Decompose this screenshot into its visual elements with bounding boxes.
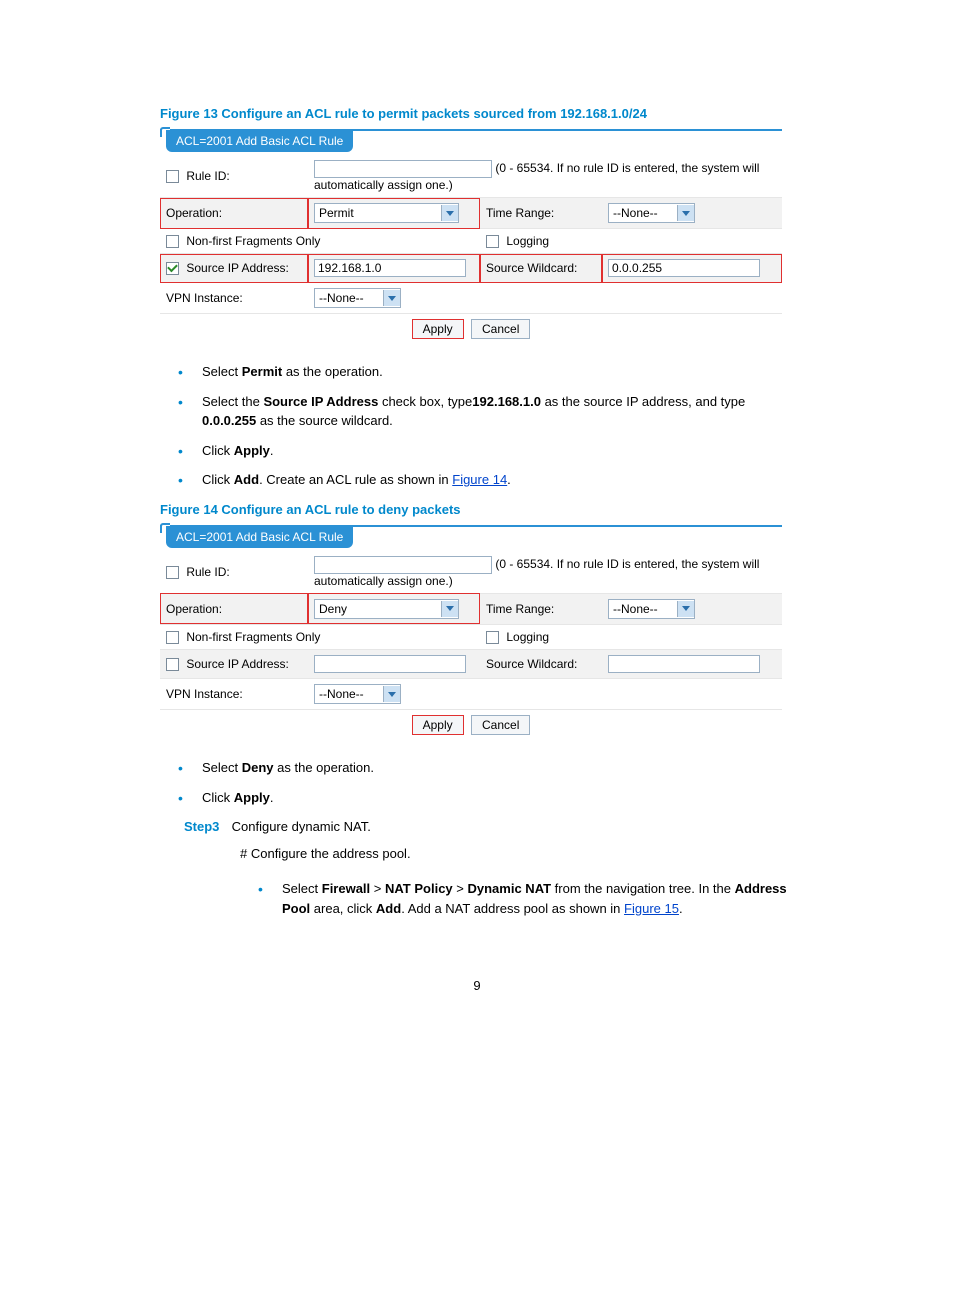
- nonfirst-label: Non-first Fragments Only: [186, 234, 320, 248]
- form-table-fig14: Rule ID: (0 - 65534. If no rule ID is en…: [160, 551, 782, 740]
- apply-button[interactable]: Apply: [412, 715, 464, 735]
- srcip-label: Source IP Address:: [186, 657, 289, 671]
- srcwc-label: Source Wildcard:: [486, 657, 577, 671]
- step3-label: Step3: [184, 819, 228, 834]
- step3-subtext: # Configure the address pool.: [240, 846, 794, 861]
- srcip-checkbox[interactable]: [166, 658, 179, 671]
- srcwc-input[interactable]: 0.0.0.255: [608, 259, 760, 277]
- rule-id-input[interactable]: [314, 556, 492, 574]
- rule-id-label: Rule ID:: [186, 169, 229, 183]
- figure14-caption: Figure 14 Configure an ACL rule to deny …: [160, 502, 794, 517]
- srcip-input[interactable]: 192.168.1.0: [314, 259, 466, 277]
- list-item: Click Apply.: [202, 441, 794, 461]
- chevron-down-icon: [441, 601, 458, 617]
- vpn-dropdown[interactable]: --None--: [314, 684, 401, 704]
- timerange-label: Time Range:: [486, 602, 554, 616]
- operation-dropdown[interactable]: Permit: [314, 203, 459, 223]
- chevron-down-icon: [383, 290, 400, 306]
- form-table-fig13: Rule ID: (0 - 65534. If no rule ID is en…: [160, 155, 782, 344]
- panel-tab: ACL=2001 Add Basic ACL Rule: [166, 526, 353, 548]
- figure15-link[interactable]: Figure 15: [624, 901, 679, 916]
- step3-text: Configure dynamic NAT.: [232, 819, 371, 834]
- chevron-down-icon: [441, 205, 458, 221]
- chevron-down-icon: [383, 686, 400, 702]
- panel-tab: ACL=2001 Add Basic ACL Rule: [166, 130, 353, 152]
- timerange-dropdown[interactable]: --None--: [608, 203, 695, 223]
- figure14-link[interactable]: Figure 14: [452, 472, 507, 487]
- list-item: Select Permit as the operation.: [202, 362, 794, 382]
- rule-id-checkbox[interactable]: [166, 566, 179, 579]
- operation-label: Operation:: [166, 206, 222, 220]
- srcip-label: Source IP Address:: [186, 261, 289, 275]
- logging-label: Logging: [506, 630, 549, 644]
- rule-id-label: Rule ID:: [186, 565, 229, 579]
- operation-dropdown[interactable]: Deny: [314, 599, 459, 619]
- list-item: Select Firewall > NAT Policy > Dynamic N…: [282, 879, 794, 918]
- tab-bar: ACL=2001 Add Basic ACL Rule: [160, 527, 782, 551]
- rule-id-checkbox[interactable]: [166, 170, 179, 183]
- chevron-down-icon: [677, 601, 694, 617]
- logging-label: Logging: [506, 234, 549, 248]
- srcip-input[interactable]: [314, 655, 466, 673]
- list-item: Select Deny as the operation.: [202, 758, 794, 778]
- rule-id-input[interactable]: [314, 160, 492, 178]
- nonfirst-checkbox[interactable]: [166, 235, 179, 248]
- nonfirst-label: Non-first Fragments Only: [186, 630, 320, 644]
- cancel-button[interactable]: Cancel: [471, 319, 530, 339]
- list-item: Click Add. Create an ACL rule as shown i…: [202, 470, 794, 490]
- srcip-checkbox[interactable]: [166, 262, 179, 275]
- logging-checkbox[interactable]: [486, 631, 499, 644]
- apply-button[interactable]: Apply: [412, 319, 464, 339]
- operation-label: Operation:: [166, 602, 222, 616]
- cancel-button[interactable]: Cancel: [471, 715, 530, 735]
- vpn-dropdown[interactable]: --None--: [314, 288, 401, 308]
- acl-panel-fig14: ACL=2001 Add Basic ACL Rule Rule ID: (0 …: [160, 525, 782, 740]
- vpn-label: VPN Instance:: [166, 291, 243, 305]
- vpn-label: VPN Instance:: [166, 687, 243, 701]
- tab-bar: ACL=2001 Add Basic ACL Rule: [160, 131, 782, 155]
- page-number: 9: [160, 978, 794, 993]
- list-item: Select the Source IP Address check box, …: [202, 392, 794, 431]
- timerange-dropdown[interactable]: --None--: [608, 599, 695, 619]
- instruction-list-1: Select Permit as the operation. Select t…: [160, 362, 794, 490]
- srcwc-label: Source Wildcard:: [486, 261, 577, 275]
- nonfirst-checkbox[interactable]: [166, 631, 179, 644]
- instruction-list-2: Select Deny as the operation. Click Appl…: [160, 758, 794, 807]
- step3-bullets: Select Firewall > NAT Policy > Dynamic N…: [240, 879, 794, 918]
- list-item: Click Apply.: [202, 788, 794, 808]
- figure13-caption: Figure 13 Configure an ACL rule to permi…: [160, 106, 794, 121]
- srcwc-input[interactable]: [608, 655, 760, 673]
- logging-checkbox[interactable]: [486, 235, 499, 248]
- step3-block: Step3 Configure dynamic NAT. # Configure…: [160, 819, 794, 918]
- chevron-down-icon: [677, 205, 694, 221]
- acl-panel-fig13: ACL=2001 Add Basic ACL Rule Rule ID: (0 …: [160, 129, 782, 344]
- timerange-label: Time Range:: [486, 206, 554, 220]
